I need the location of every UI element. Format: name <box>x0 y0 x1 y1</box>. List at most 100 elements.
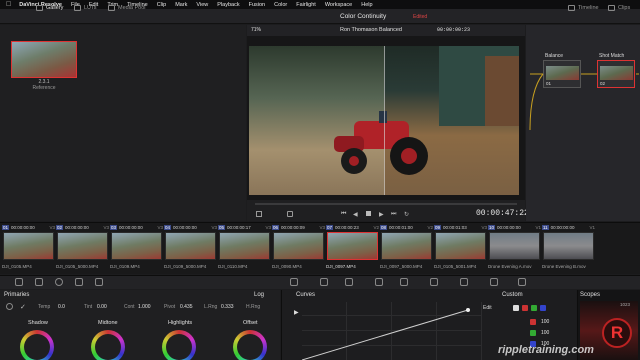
luts-button[interactable]: LUTs <box>74 3 97 12</box>
clip-thumbnail[interactable]: 05 00:00:00:17 V3 DJI_0110.MP4 <box>218 224 271 272</box>
node-2-title: Shot Match <box>599 53 625 59</box>
contrast-value[interactable]: 1.000 <box>138 304 151 310</box>
clip-thumbnail[interactable]: 03 00:00:00:00 V3 DJI_0109.MP4 <box>110 224 163 272</box>
clip-number: 05 <box>218 225 226 230</box>
color-warper-icon[interactable] <box>320 278 328 286</box>
reverse-icon[interactable]: ◀ <box>353 211 358 218</box>
menu-help[interactable]: Help <box>361 2 372 8</box>
media-pool-button[interactable]: Media Pool <box>108 3 146 12</box>
highlights-wheel-title: Highlights <box>168 320 193 326</box>
tracker-icon[interactable] <box>400 278 408 286</box>
viewer-image[interactable] <box>249 46 519 195</box>
timeline-name[interactable]: Ron Thomason Balanced <box>340 27 402 33</box>
channel-y-toggle[interactable] <box>513 305 519 311</box>
green-intensity-chip <box>530 330 536 336</box>
motion-effects-icon[interactable] <box>95 278 103 286</box>
curves-mode[interactable]: Custom <box>502 292 523 298</box>
reference-still[interactable] <box>11 41 77 78</box>
curves-icon[interactable] <box>290 278 298 286</box>
play-icon[interactable]: ▶ <box>379 211 384 218</box>
eyedropper-icon[interactable]: ✓ <box>20 303 26 311</box>
menu-fairlight[interactable]: Fairlight <box>296 2 316 8</box>
blur-icon[interactable] <box>430 278 438 286</box>
menu-clip[interactable]: Clip <box>157 2 166 8</box>
clip-thumbnail[interactable]: 08 00:00:01:00 V2 DJI_0097_5000.MP4 <box>380 224 433 272</box>
stop-icon[interactable] <box>366 211 371 216</box>
sizing-icon[interactable] <box>490 278 498 286</box>
clip-timecode: 00:00:00:00 <box>550 225 575 230</box>
clip-thumbnail-selected[interactable]: 07 00:00:00:23 V2 DJI_0097.MP4 <box>326 224 379 272</box>
midtone-wheel[interactable] <box>91 330 125 360</box>
red-intensity-chip <box>530 319 536 325</box>
clip-thumbnail[interactable]: 09 00:00:01:03 V3 DJI_0105_5001.MP4 <box>434 224 487 272</box>
zoom-level[interactable]: 71% <box>251 27 261 33</box>
contrast-label: Cont <box>124 304 135 310</box>
tint-value[interactable]: 0.00 <box>97 304 107 310</box>
clip-name: DJI_0097_5000.MP4 <box>380 264 423 269</box>
node-connections <box>529 73 639 131</box>
channel-g-toggle[interactable] <box>531 305 537 311</box>
highlights-wheel[interactable] <box>162 330 196 360</box>
ripple-logo: R <box>602 318 632 348</box>
scrub-bar[interactable] <box>255 203 517 205</box>
media-pool-icon <box>108 4 115 11</box>
menu-playback[interactable]: Playback <box>217 2 239 8</box>
clip-track: V3 <box>265 225 271 230</box>
apple-icon[interactable]:  <box>6 1 11 8</box>
offset-wheel[interactable] <box>233 330 267 360</box>
hdr-icon[interactable] <box>75 278 83 286</box>
menu-view[interactable]: View <box>196 2 208 8</box>
channel-r-toggle[interactable] <box>522 305 528 311</box>
red-intensity-value[interactable]: 100 <box>541 319 549 325</box>
clip-name: Drone Evening A.mov <box>488 264 532 269</box>
shadow-wheel[interactable] <box>20 330 54 360</box>
green-intensity-value[interactable]: 100 <box>541 330 549 336</box>
curve-line[interactable] <box>302 302 482 360</box>
pivot-value[interactable]: 0.435 <box>180 304 193 310</box>
menu-color[interactable]: Color <box>274 2 287 8</box>
media-pool-label: Media Pool <box>118 4 146 11</box>
loop-playback-icon[interactable]: ↻ <box>404 211 409 218</box>
timeline-button[interactable]: Timeline <box>568 3 599 12</box>
clip-thumbnail[interactable]: 06 00:00:00:09 V3 DJI_0090.MP4 <box>272 224 325 272</box>
clip-name: DJI_0105_5001.MP4 <box>434 264 477 269</box>
clip-track: V3 <box>103 225 109 230</box>
skip-forward-icon[interactable]: ⏭ <box>391 211 396 218</box>
clip-number: 07 <box>326 225 334 230</box>
rgb-mixer-icon[interactable] <box>35 278 43 286</box>
node-1-title: Balance <box>545 53 564 59</box>
primaries-icon[interactable] <box>55 278 63 286</box>
channel-b-toggle[interactable] <box>540 305 546 311</box>
primaries-mode[interactable]: Log <box>254 292 264 298</box>
pivot-label: Pivot <box>164 304 176 310</box>
curve-play-icon[interactable]: ▶ <box>294 309 299 316</box>
temp-value[interactable]: 0.0 <box>58 304 65 310</box>
skip-back-icon[interactable]: ⏮ <box>341 211 346 218</box>
audio-icon[interactable] <box>287 211 293 217</box>
clip-thumbnail[interactable]: 01 00:00:00:00 V3 DJI_0105.MP4 <box>2 224 55 272</box>
loop-icon[interactable] <box>256 211 262 217</box>
menu-workspace[interactable]: Workspace <box>325 2 352 8</box>
gallery-icon <box>36 4 43 11</box>
clip-number: 04 <box>164 225 172 230</box>
reset-all-icon[interactable] <box>6 303 13 310</box>
clip-timecode: 00:00:01:00 <box>389 225 413 230</box>
low-range-value[interactable]: 0.333 <box>221 304 234 310</box>
qualifier-icon[interactable] <box>345 278 353 286</box>
clips-button[interactable]: Clips <box>608 3 630 12</box>
curves-edit-label: Edit <box>483 305 492 311</box>
3d-icon[interactable] <box>518 278 526 286</box>
menu-mark[interactable]: Mark <box>175 2 187 8</box>
key-icon[interactable] <box>460 278 468 286</box>
color-wheels-icon[interactable] <box>15 278 23 286</box>
window-icon[interactable] <box>375 278 383 286</box>
clip-timecode: 00:00:00:23 <box>335 225 359 230</box>
tint-label: Tint <box>84 304 93 310</box>
clip-thumbnail[interactable]: 11 00:00:00:00 V1 Drone Evening B.mov <box>542 224 595 272</box>
low-range-label: L.Rng <box>204 304 218 310</box>
menu-fusion[interactable]: Fusion <box>249 2 266 8</box>
clip-thumbnail[interactable]: 04 00:00:00:00 V3 DJI_0109_5000.MP4 <box>164 224 217 272</box>
clip-thumbnail[interactable]: 02 00:00:00:00 V3 DJI_0105_5000.MP4 <box>56 224 109 272</box>
clip-thumbnail[interactable]: 10 00:00:00:00 V1 Drone Evening A.mov <box>488 224 541 272</box>
gallery-button[interactable]: Gallery <box>36 3 63 12</box>
